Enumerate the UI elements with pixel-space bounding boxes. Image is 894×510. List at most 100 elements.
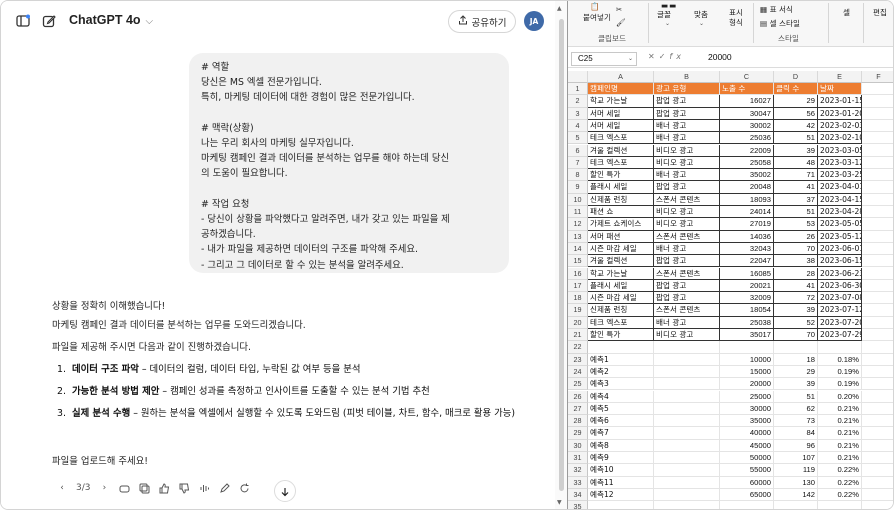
- table-cell[interactable]: [654, 452, 720, 465]
- row-header[interactable]: 27: [568, 402, 588, 416]
- table-cell[interactable]: 팝업 광고: [654, 107, 720, 120]
- table-cell[interactable]: 2023-04-01: [818, 181, 862, 194]
- row-header[interactable]: 18: [568, 292, 588, 305]
- table-cell[interactable]: 48: [774, 156, 818, 170]
- table-cell[interactable]: 0.22%: [818, 464, 862, 477]
- table-cell[interactable]: [862, 268, 893, 280]
- table-cell[interactable]: [862, 206, 893, 219]
- table-cell[interactable]: 비디오 광고: [654, 144, 720, 157]
- table-cell[interactable]: [720, 341, 774, 354]
- table-cell[interactable]: 30002: [720, 119, 774, 133]
- table-cell[interactable]: [588, 501, 654, 509]
- table-cell[interactable]: 스폰서 콘텐츠: [654, 193, 720, 206]
- table-cell[interactable]: 비디오 광고: [654, 218, 720, 231]
- table-cell[interactable]: 테크 엑스포: [588, 132, 654, 145]
- thumbs-down-icon[interactable]: [178, 482, 190, 494]
- paste-icon[interactable]: 📋: [590, 2, 599, 11]
- table-cell[interactable]: [862, 83, 893, 96]
- table-cell[interactable]: [862, 440, 893, 452]
- table-cell[interactable]: 37: [774, 193, 818, 206]
- table-cell[interactable]: 2023-07-20: [818, 316, 862, 329]
- model-selector[interactable]: ChatGPT 4o ⌵: [69, 13, 153, 27]
- table-cell[interactable]: 15000: [720, 365, 774, 379]
- table-cell[interactable]: 예측11: [588, 476, 654, 489]
- table-cell[interactable]: 0.21%: [818, 415, 862, 428]
- row-header[interactable]: 35: [568, 501, 588, 509]
- table-cell[interactable]: [862, 329, 893, 342]
- row-header[interactable]: 23: [568, 353, 588, 366]
- table-cell[interactable]: 0.21%: [818, 402, 862, 416]
- table-cell[interactable]: 배너 광고: [654, 316, 720, 329]
- table-cell[interactable]: 2023-01-15: [818, 95, 862, 108]
- table-cell[interactable]: [862, 255, 893, 268]
- table-cell[interactable]: 20021: [720, 279, 774, 293]
- editing-button[interactable]: 편집: [873, 7, 887, 18]
- table-cell[interactable]: [862, 218, 893, 231]
- table-cell[interactable]: 38: [774, 255, 818, 268]
- row-header[interactable]: 15: [568, 255, 588, 268]
- table-cell[interactable]: 테크 엑스포: [588, 156, 654, 170]
- table-cell[interactable]: [862, 403, 893, 416]
- voice-icon[interactable]: [198, 482, 210, 494]
- table-cell[interactable]: 배너 광고: [654, 169, 720, 182]
- table-cell[interactable]: 2023-02-03: [818, 119, 862, 133]
- table-cell[interactable]: 65000: [720, 488, 774, 502]
- table-cell[interactable]: 학교 가는날: [588, 95, 654, 108]
- table-cell[interactable]: 73: [774, 415, 818, 428]
- table-cell[interactable]: 53: [774, 218, 818, 231]
- table-cell[interactable]: 22047: [720, 255, 774, 268]
- table-cell[interactable]: [818, 341, 862, 354]
- table-cell[interactable]: 28: [774, 267, 818, 280]
- table-cell[interactable]: 0.20%: [818, 390, 862, 403]
- table-cell[interactable]: [654, 353, 720, 366]
- table-cell[interactable]: 39: [774, 144, 818, 157]
- align-button[interactable]: 맞춤: [694, 9, 708, 20]
- table-cell[interactable]: 2023-05-05: [818, 218, 862, 231]
- table-cell[interactable]: 스폰서 콘텐츠: [654, 230, 720, 243]
- row-header[interactable]: 32: [568, 464, 588, 477]
- table-cell[interactable]: 0.22%: [818, 488, 862, 502]
- edit-icon[interactable]: [218, 482, 230, 494]
- scroll-down-arrow-icon[interactable]: ▼: [557, 499, 562, 506]
- table-cell[interactable]: 예측4: [588, 390, 654, 403]
- table-cell[interactable]: [862, 194, 893, 206]
- table-cell[interactable]: [654, 365, 720, 379]
- table-cell[interactable]: 클릭 수: [774, 83, 818, 96]
- row-header[interactable]: 24: [568, 365, 588, 379]
- table-cell[interactable]: 시즌 마감 세일: [588, 292, 654, 305]
- table-cell[interactable]: 0.19%: [818, 365, 862, 379]
- table-cell[interactable]: 2023-06-30: [818, 279, 862, 293]
- table-cell[interactable]: 플래시 세일: [588, 181, 654, 194]
- table-cell[interactable]: [862, 501, 893, 509]
- table-cell[interactable]: [654, 427, 720, 440]
- format-as-table-button[interactable]: ▦ 표 서식: [760, 4, 793, 15]
- table-cell[interactable]: 예측5: [588, 402, 654, 416]
- table-cell[interactable]: [862, 427, 893, 440]
- table-cell[interactable]: 84: [774, 427, 818, 440]
- row-header[interactable]: 2: [568, 95, 588, 108]
- table-cell[interactable]: 비디오 광고: [654, 329, 720, 342]
- table-cell[interactable]: 2023-07-29: [818, 329, 862, 342]
- table-cell[interactable]: 24014: [720, 206, 774, 219]
- table-cell[interactable]: [862, 120, 893, 133]
- column-header-b[interactable]: B: [654, 71, 720, 83]
- table-cell[interactable]: [654, 341, 720, 354]
- row-header[interactable]: 34: [568, 488, 588, 502]
- table-cell[interactable]: 패션 쇼: [588, 206, 654, 219]
- table-cell[interactable]: [654, 378, 720, 391]
- row-header[interactable]: 31: [568, 452, 588, 465]
- row-header[interactable]: 7: [568, 156, 588, 170]
- table-cell[interactable]: 60000: [720, 476, 774, 489]
- table-cell[interactable]: [862, 464, 893, 477]
- table-cell[interactable]: [862, 243, 893, 256]
- copy-icon[interactable]: [138, 482, 150, 494]
- row-header[interactable]: 26: [568, 390, 588, 403]
- table-cell[interactable]: 예측12: [588, 488, 654, 502]
- table-cell[interactable]: [862, 341, 893, 354]
- spreadsheet-grid[interactable]: A B C D E F 1 캠페인명 광고 유형 노출 수 클릭 수 날짜 2 학교 가는날 팝업 광고 16…: [568, 71, 893, 509]
- row-header[interactable]: 11: [568, 206, 588, 219]
- table-cell[interactable]: [588, 341, 654, 354]
- table-cell[interactable]: 플래시 세일: [588, 279, 654, 293]
- table-cell[interactable]: 0.18%: [818, 353, 862, 366]
- column-header-e[interactable]: E: [818, 71, 862, 83]
